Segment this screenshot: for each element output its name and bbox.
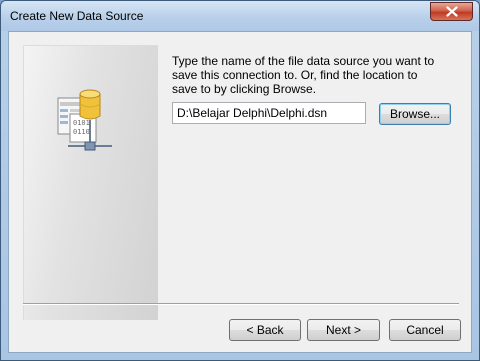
svg-text:0110: 0110: [73, 128, 90, 136]
back-button[interactable]: < Back: [229, 319, 301, 341]
dialog-window: Create New Data Source 0101 0110 Type th…: [0, 0, 480, 361]
close-icon: [445, 6, 458, 17]
next-button[interactable]: Next >: [307, 319, 380, 341]
window-title: Create New Data Source: [10, 9, 144, 23]
close-button[interactable]: [430, 2, 473, 21]
data-source-file-icon: 0101 0110: [54, 88, 116, 157]
instructions-text: Type the name of the file data source yo…: [172, 54, 435, 96]
footer-separator: [23, 303, 459, 305]
browse-button[interactable]: Browse...: [379, 103, 451, 125]
svg-text:0101: 0101: [73, 119, 90, 127]
file-data-source-path-field[interactable]: [172, 102, 366, 124]
cancel-button[interactable]: Cancel: [389, 319, 461, 341]
wizard-illustration-panel: 0101 0110: [23, 45, 158, 320]
dialog-body: 0101 0110 Type the name of the file data…: [8, 31, 472, 353]
title-bar[interactable]: Create New Data Source: [1, 1, 479, 31]
